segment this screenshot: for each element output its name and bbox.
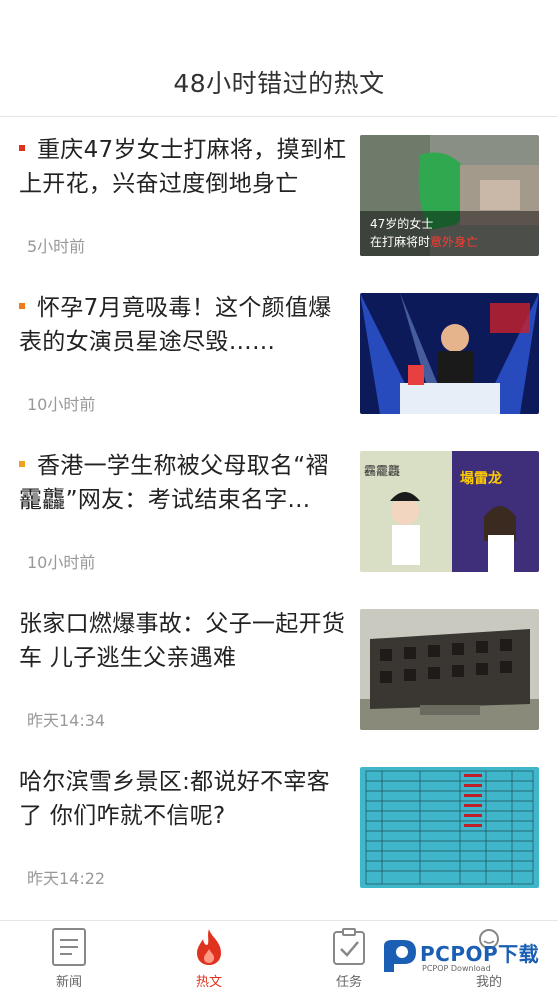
article-title[interactable]: 张家口燃爆事故：父子一起开货车 儿子逃生父亲遇难 [19,607,347,675]
article-thumbnail[interactable] [360,767,539,888]
page-header: 48小时错过的热文 [0,0,558,117]
article-thumbnail[interactable]: 47岁的女士 在打麻将时意外身亡 [360,135,539,256]
svg-text:塌雷龙: 塌雷龙 [460,470,502,487]
hot-bullet-icon [19,303,25,309]
tab-label: 新闻 [55,975,82,990]
watermark-brand: PCPOP下载 [420,942,540,966]
article-item[interactable]: 张家口燃爆事故：父子一起开货车 儿子逃生父亲遇难 昨天14:34 [0,591,558,749]
article-thumbnail[interactable]: 靏靇龘 塌雷龙 [360,451,539,572]
thumb-label: 靏靇龘 [364,463,400,478]
watermark-subtitle: PCPOP Download [422,964,491,973]
svg-text:47岁的女士: 47岁的女士 [370,216,433,231]
document-icon [51,927,87,967]
tab-hot-articles[interactable]: 热文 [159,921,259,992]
article-time: 10小时前 [27,395,96,414]
article-title[interactable]: 重庆47岁女士打麻将，摸到杠上开花，兴奋过度倒地身亡 [19,133,347,201]
page-title: 48小时错过的热文 [173,69,385,98]
tab-label: 热文 [195,975,222,990]
tab-news[interactable]: 新闻 [19,921,119,992]
article-time: 昨天14:34 [27,711,106,730]
hot-article-list[interactable]: 重庆47岁女士打麻将，摸到杠上开花，兴奋过度倒地身亡 5小时前 47岁的女士 在… [0,117,558,920]
task-check-icon [331,927,367,967]
flame-icon [191,927,227,967]
article-title[interactable]: 哈尔滨雪乡景区:都说好不宰客了 你们咋就不信呢? [19,765,347,833]
article-time: 10小时前 [27,553,96,572]
article-time: 5小时前 [27,237,86,256]
hot-bullet-icon [19,461,25,467]
article-item[interactable]: 香港一学生称被父母取名“褶靇龘”网友：考试结束名字... 10小时前 靏靇龘 塌… [0,433,558,591]
pcpop-watermark: PCPOP下载 PCPOP Download [380,934,558,980]
svg-text:在打麻将时意外身亡: 在打麻将时意外身亡 [370,234,478,249]
article-time: 昨天14:22 [27,869,106,888]
article-item[interactable]: 哈尔滨雪乡景区:都说好不宰客了 你们咋就不信呢? 昨天14:22 [0,749,558,907]
article-item[interactable]: 重庆47岁女士打麻将，摸到杠上开花，兴奋过度倒地身亡 5小时前 47岁的女士 在… [0,117,558,275]
article-title[interactable]: 怀孕7月竟吸毒！这个颜值爆表的女演员星途尽毁…… [19,291,347,359]
hot-bullet-icon [19,145,25,151]
article-item[interactable]: 怀孕7月竟吸毒！这个颜值爆表的女演员星途尽毁…… 10小时前 [0,275,558,433]
article-thumbnail[interactable] [360,609,539,730]
article-title[interactable]: 香港一学生称被父母取名“褶靇龘”网友：考试结束名字... [19,449,347,517]
article-thumbnail[interactable] [360,293,539,414]
